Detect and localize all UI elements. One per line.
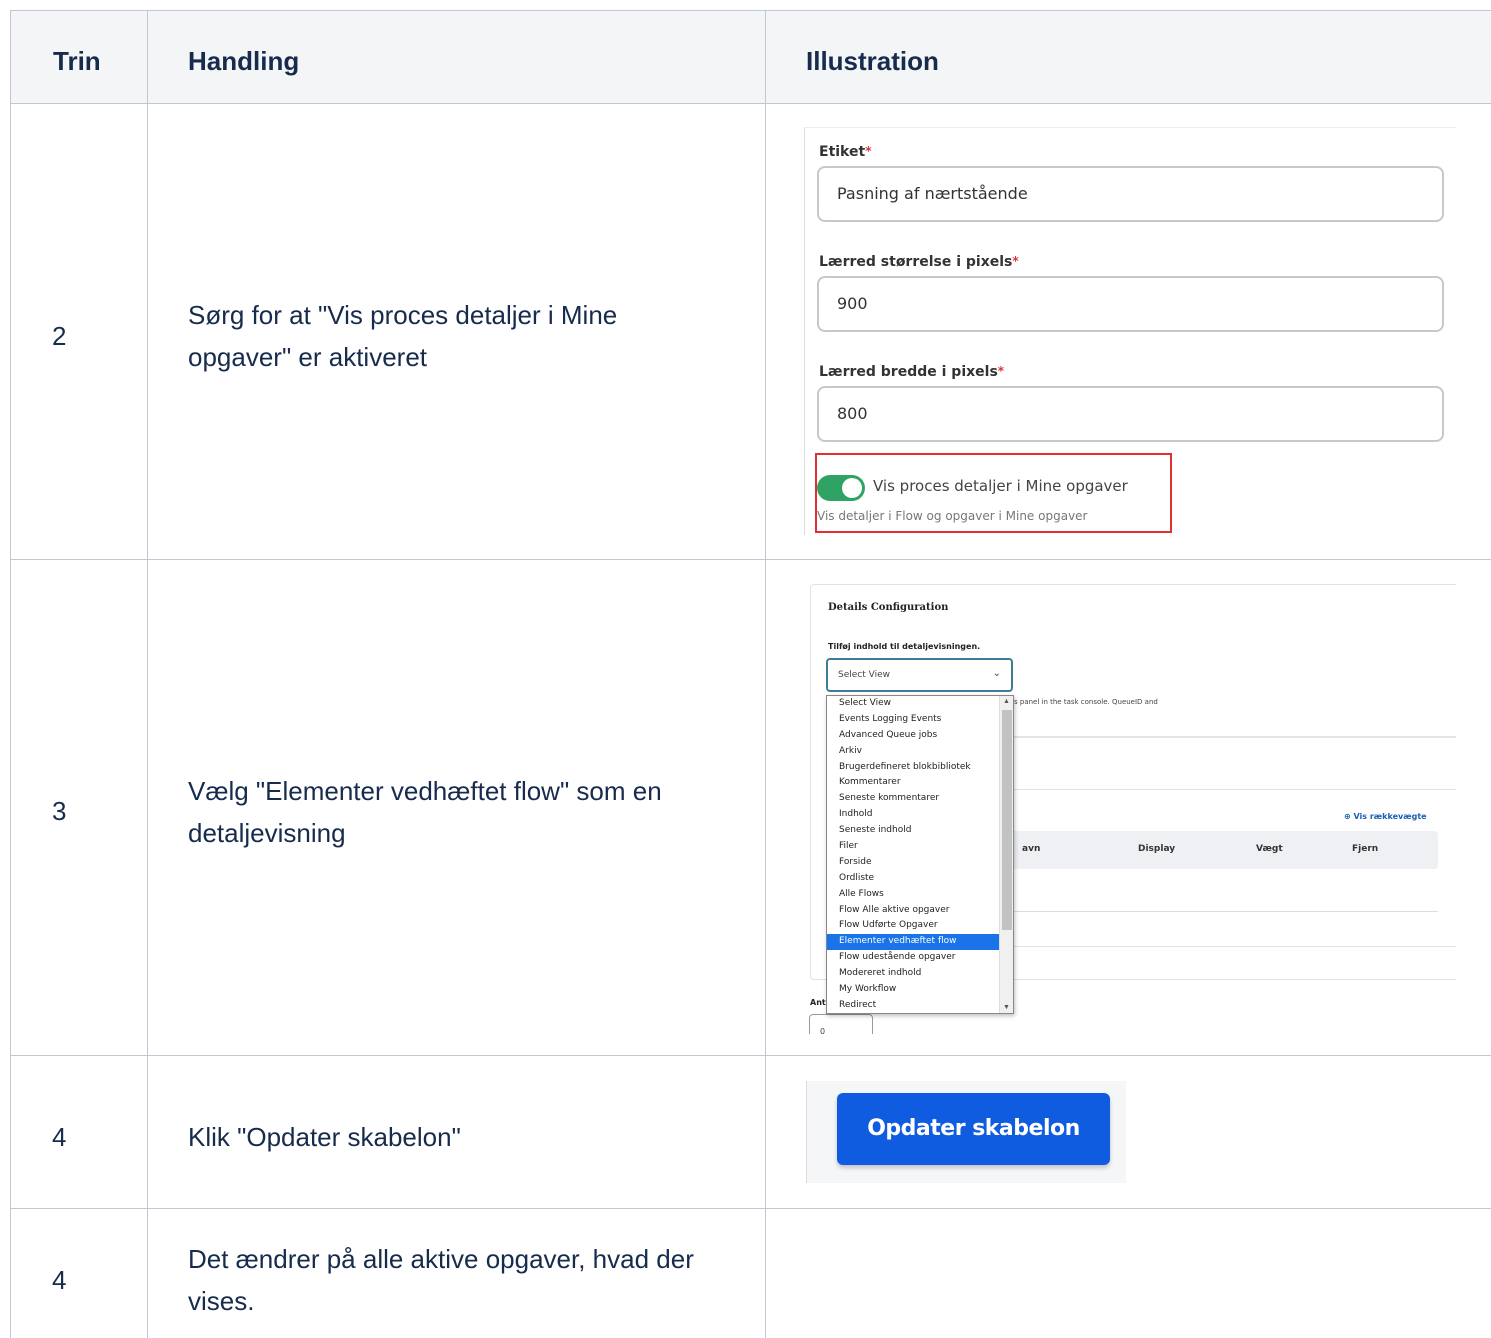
hint-text: s panel in the task console. QueueID and [1014, 698, 1158, 706]
show-process-details-toggle[interactable] [817, 475, 865, 501]
dropdown-option[interactable]: Flow Alle aktive opgaver [827, 903, 999, 919]
dropdown-option[interactable]: Filer [827, 839, 999, 855]
dropdown-option[interactable]: Seneste kommentarer [827, 791, 999, 807]
header-trin: Trin [53, 46, 101, 76]
dropdown-option[interactable]: Redirect [827, 998, 999, 1014]
toggle-help-text: Vis detaljer i Flow og opgaver i Mine op… [817, 509, 1088, 523]
step-number: 4 [52, 1122, 67, 1152]
scrollbar[interactable]: ▲ ▼ [999, 696, 1013, 1013]
views-table-header: avn Display Vægt Fjern [1006, 831, 1438, 869]
dropdown-option[interactable]: Alle Flows [827, 887, 999, 903]
col-navn: avn [1022, 844, 1041, 854]
step-number: 3 [52, 796, 67, 826]
select-view-dropdown[interactable]: Select View ⌄ [826, 658, 1013, 692]
step-action: Det ændrer på alle aktive opgaver, hvad … [188, 1244, 694, 1316]
scrollbar-thumb[interactable] [1002, 710, 1012, 930]
dropdown-option[interactable]: Seneste indhold [827, 823, 999, 839]
col-vaegt: Vægt [1256, 844, 1283, 854]
row-divider [11, 1208, 1491, 1209]
ant-input[interactable]: 0 [809, 1014, 873, 1034]
etiket-field[interactable]: Pasning af nærtstående [817, 166, 1444, 222]
row-divider [11, 559, 1491, 560]
show-row-weights-link[interactable]: ⊕ Vis rækkevægte [1344, 812, 1427, 821]
step-number: 2 [52, 321, 67, 351]
illustration-template-settings: Etiket* Pasning af nærtstående Lærred st… [804, 127, 1456, 535]
dropdown-option[interactable]: Events Logging Events [827, 712, 999, 728]
panel-subtitle: Tilføj indhold til detaljevisningen. [828, 642, 981, 651]
panel-title: Details Configuration [828, 602, 949, 613]
row-divider [11, 103, 1491, 104]
canvas-height-field[interactable]: 900 [817, 276, 1444, 332]
step-action: Klik "Opdater skabelon" [188, 1122, 461, 1152]
update-template-button[interactable]: Opdater skabelon [837, 1093, 1110, 1165]
column-divider [765, 11, 766, 1338]
options-list: Select View Events Logging Events Advanced… [827, 696, 999, 1014]
dropdown-option[interactable]: Select View [827, 696, 999, 712]
column-divider [147, 11, 148, 1338]
select-view-options: Select View Events Logging Events Advanced… [826, 695, 1014, 1014]
table-row-divider [1006, 911, 1438, 912]
dropdown-option[interactable]: Modereret indhold [827, 966, 999, 982]
scroll-up-icon[interactable]: ▲ [1003, 698, 1010, 705]
dropdown-option[interactable]: Advanced Queue jobs [827, 728, 999, 744]
header-illustration: Illustration [806, 46, 939, 76]
dropdown-option[interactable]: Elementer vedhæftet flow [827, 934, 999, 951]
dropdown-option[interactable]: Kommentarer [827, 775, 999, 791]
header-handling: Handling [188, 46, 300, 76]
divider [1006, 736, 1456, 738]
chevron-down-icon: ⌄ [992, 668, 1001, 679]
illustration-update-template: Opdater skabelon [806, 1081, 1126, 1183]
dropdown-option[interactable]: My Workflow [827, 982, 999, 998]
dropdown-option[interactable]: Flow Udførte Opgaver [827, 918, 999, 934]
dropdown-option[interactable]: Indhold [827, 807, 999, 823]
dropdown-option[interactable]: Flow udestående opgaver [827, 950, 999, 966]
toggle-knob [842, 478, 862, 498]
col-fjern: Fjern [1352, 844, 1379, 854]
etiket-label: Etiket* [819, 144, 872, 160]
canvas-height-label: Lærred størrelse i pixels* [819, 254, 1019, 270]
ant-label: Ant [810, 998, 826, 1007]
toggle-label: Vis proces detaljer i Mine opgaver [873, 477, 1128, 495]
step-action: Vælg "Elementer vedhæftet flow" som en d… [188, 776, 662, 848]
illustration-details-configuration: Details Configuration Tilføj indhold til… [806, 584, 1456, 1034]
canvas-width-field[interactable]: 800 [817, 386, 1444, 442]
col-display: Display [1138, 844, 1176, 854]
row-divider [11, 1055, 1491, 1056]
step-action: Sørg for at "Vis proces detaljer i Mine … [188, 300, 618, 372]
step-number: 4 [52, 1265, 67, 1295]
scroll-down-icon[interactable]: ▼ [1003, 1004, 1010, 1011]
dropdown-option[interactable]: Brugerdefineret blokbibliotek [827, 760, 999, 776]
canvas-width-label: Lærred bredde i pixels* [819, 364, 1005, 380]
select-value: Select View [838, 670, 890, 680]
dropdown-option[interactable]: Ordliste [827, 871, 999, 887]
dropdown-option[interactable]: Arkiv [827, 744, 999, 760]
dropdown-option[interactable]: Forside [827, 855, 999, 871]
